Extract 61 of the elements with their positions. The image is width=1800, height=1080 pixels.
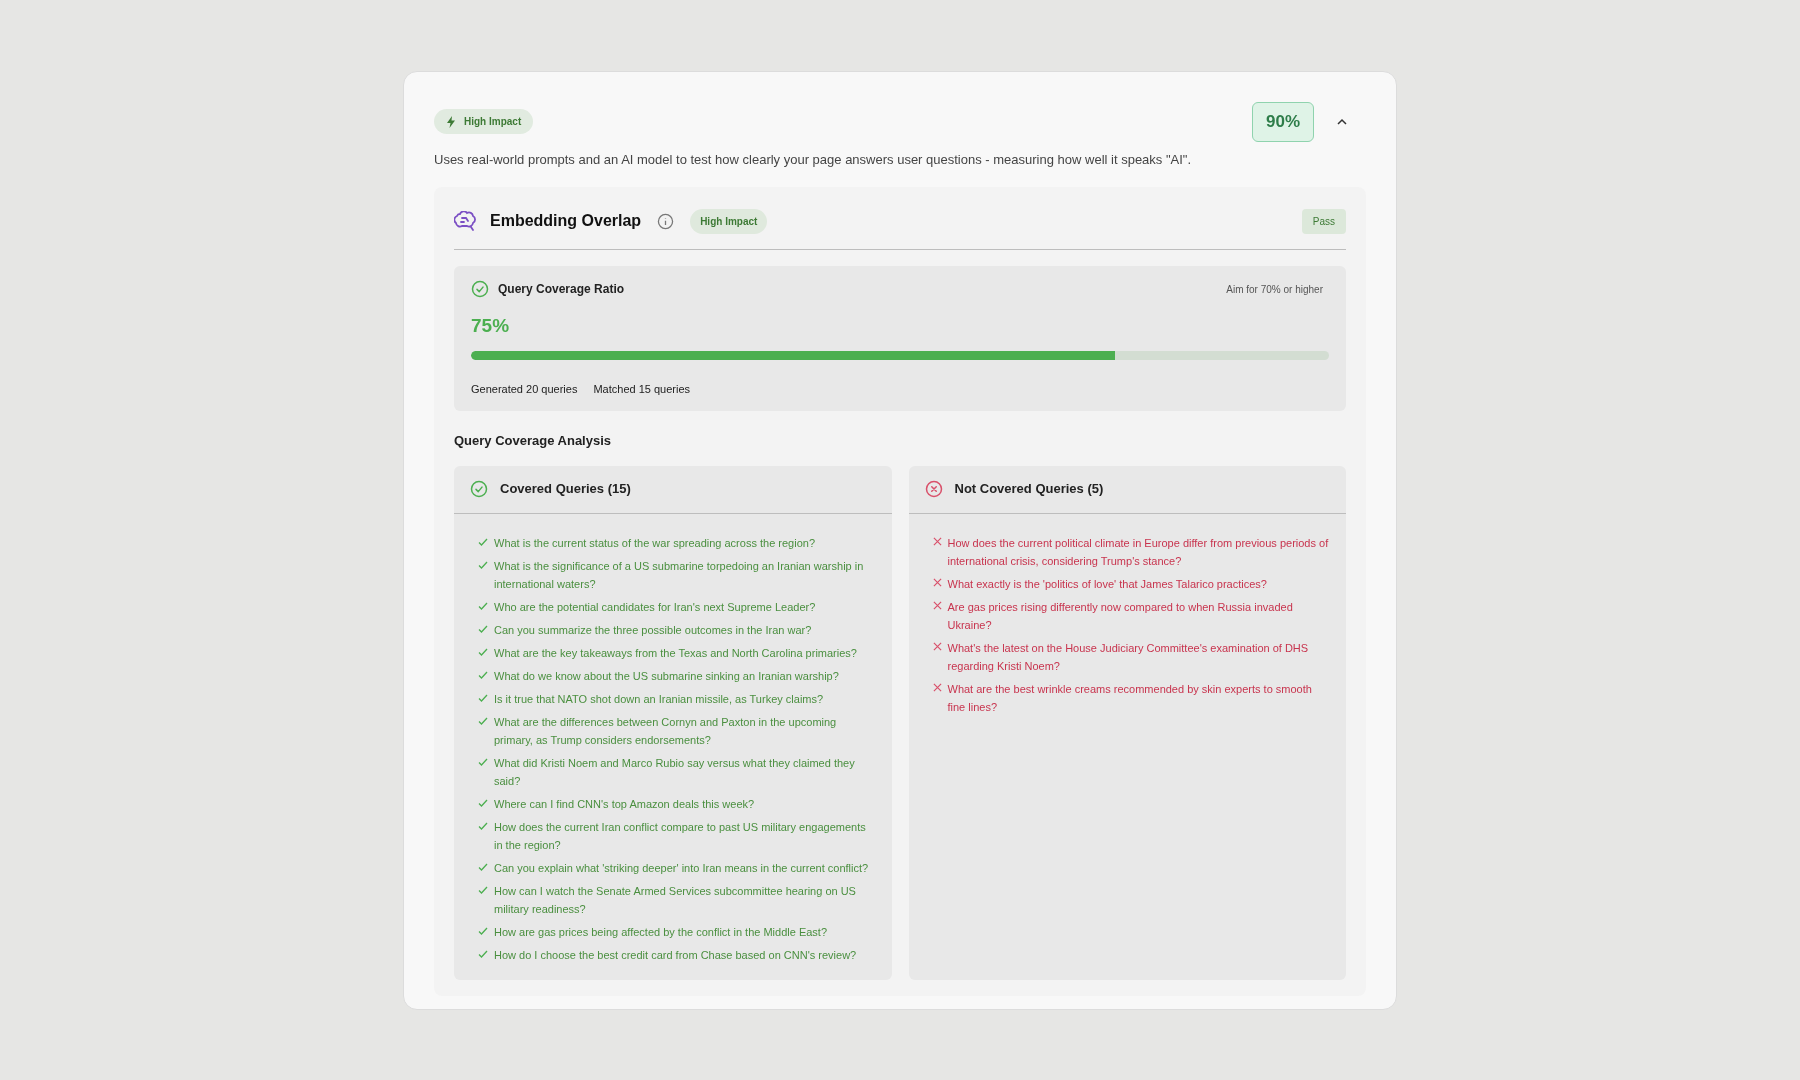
query-text: What are the best wrinkle creams recommended by skin experts to smooth fine lines? bbox=[947, 681, 1313, 715]
check-icon bbox=[478, 925, 488, 936]
chevron-up-icon[interactable] bbox=[1336, 117, 1348, 126]
x-icon bbox=[932, 600, 942, 610]
x-icon bbox=[932, 641, 942, 651]
check-icon bbox=[478, 756, 488, 767]
panel-title: Not Covered Queries (5) bbox=[954, 480, 1104, 499]
query-text: How are gas prices being affected by the conflict in the Middle East? bbox=[494, 924, 828, 940]
check-icon bbox=[478, 536, 488, 547]
query-text: How does the current Iran conflict compare to past US military engagements in the region? bbox=[494, 819, 867, 853]
stat-text: Generated 20 queries bbox=[471, 381, 578, 397]
check-icon bbox=[478, 884, 488, 895]
query-text: Are gas prices rising differently now compared to when Russia invaded Ukraine? bbox=[947, 599, 1294, 633]
query-text: What is the current status of the war spreading across the region? bbox=[494, 535, 815, 551]
check-icon bbox=[478, 559, 488, 570]
check-icon bbox=[478, 820, 488, 831]
panel-title: Covered Queries (15) bbox=[500, 480, 631, 499]
query-text: How can I watch the Senate Armed Services subcommittee hearing on US military readiness? bbox=[494, 883, 857, 917]
check-icon bbox=[478, 669, 488, 680]
check-icon bbox=[478, 948, 488, 959]
query-text: Can you summarize the three possible outcomes in the Iran war? bbox=[494, 622, 812, 638]
metric-value: 75% bbox=[471, 314, 511, 338]
query-text: What are the key takeaways from the Texas and North Carolina primaries? bbox=[494, 645, 857, 661]
query-text: Can you explain what 'striking deeper' into Iran means in the current conflict? bbox=[494, 860, 869, 876]
impact-badge: High Impact bbox=[690, 208, 768, 234]
status-badge: Pass bbox=[1301, 208, 1346, 234]
query-text: How do I choose the best credit card from Chase based on CNN's review? bbox=[494, 947, 857, 963]
query-text: What did Kristi Noem and Marco Rubio say versus what they claimed they said? bbox=[494, 755, 856, 789]
target-text: Aim for 70% or higher bbox=[1226, 282, 1323, 297]
x-icon bbox=[932, 536, 942, 546]
check-icon bbox=[478, 623, 488, 634]
query-text: What is the significance of a US submarine torpedoing an Iranian warship in international waters? bbox=[494, 558, 865, 592]
query-text: What's the latest on the House Judiciary Committee's examination of DHS regarding Kristi Noem? bbox=[947, 640, 1310, 674]
brain-icon bbox=[454, 211, 476, 231]
score-badge: 90% bbox=[1251, 102, 1314, 142]
impact-badge: High Impact bbox=[434, 109, 534, 135]
info-icon[interactable] bbox=[657, 212, 675, 230]
query-text: Where can I find CNN's top Amazon deals this week? bbox=[494, 796, 755, 812]
query-text: What are the differences between Cornyn and Paxton in the upcoming primary, as Trump considers endorsements? bbox=[494, 714, 838, 748]
x-icon bbox=[932, 682, 942, 692]
query-text: Who are the potential candidates for Iran's next Supreme Leader? bbox=[494, 599, 816, 615]
analysis-title: Query Coverage Analysis bbox=[454, 432, 613, 450]
lightning-icon bbox=[446, 115, 456, 128]
query-text: What do we know about the US submarine sinking an Iranian warship? bbox=[494, 668, 839, 684]
section-title: Embedding Overlap bbox=[490, 211, 642, 231]
query-text: Is it true that NATO shot down an Iranian missile, as Turkey claims? bbox=[494, 691, 824, 707]
check-icon bbox=[478, 600, 488, 611]
query-text: What exactly is the 'politics of love' that James Talarico practices? bbox=[947, 576, 1267, 592]
x-icon bbox=[932, 577, 942, 587]
metric-title: Query Coverage Ratio bbox=[498, 281, 625, 298]
check-icon bbox=[478, 861, 488, 872]
check-circle-icon bbox=[471, 280, 489, 298]
x-circle-icon bbox=[924, 480, 943, 498]
check-icon bbox=[478, 797, 488, 808]
check-icon bbox=[478, 692, 488, 703]
description-text: Uses real-world prompts and an AI model to test how clearly your page answers user questions - measuring how well it speaks "AI". bbox=[434, 150, 1193, 169]
check-icon bbox=[478, 715, 488, 726]
check-circle-icon bbox=[470, 480, 488, 498]
stat-text: Matched 15 queries bbox=[593, 381, 691, 397]
check-icon bbox=[478, 646, 488, 657]
query-text: How does the current political climate in Europe differ from previous periods of international crisis, considering Trump's stance? bbox=[947, 535, 1330, 569]
